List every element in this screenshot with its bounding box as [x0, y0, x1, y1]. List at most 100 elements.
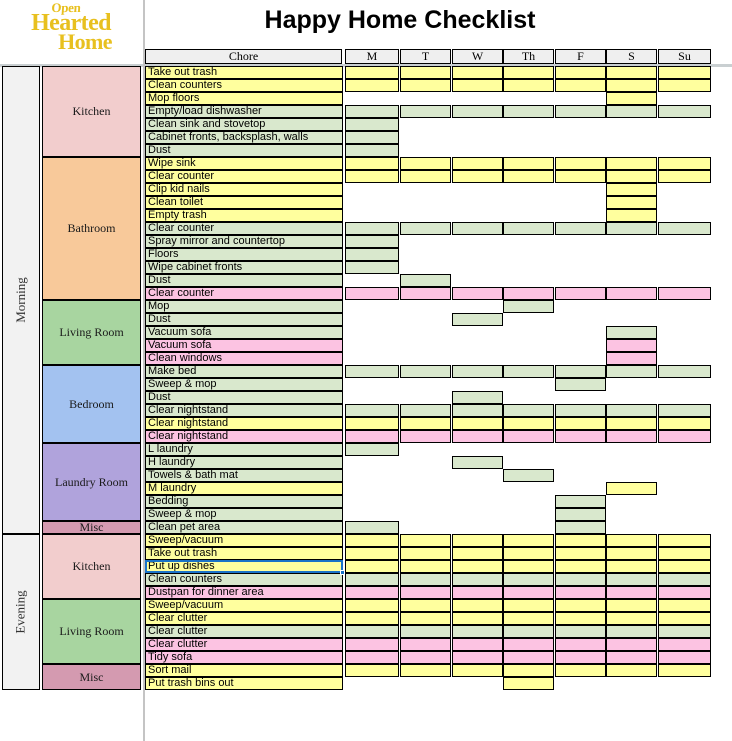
chore-day-cell-th[interactable]	[503, 157, 554, 170]
chore-day-cell-th[interactable]	[503, 521, 554, 534]
chore-day-cell-m[interactable]	[345, 586, 399, 599]
chore-day-cell-f[interactable]	[555, 469, 606, 482]
chore-label-cell[interactable]: Dust	[145, 144, 343, 157]
chore-day-cell-su[interactable]	[658, 157, 711, 170]
chore-day-cell-th[interactable]	[503, 664, 554, 677]
chore-day-cell-th[interactable]	[503, 625, 554, 638]
chore-day-cell-su[interactable]	[658, 612, 711, 625]
chore-day-cell-su[interactable]	[658, 638, 711, 651]
chore-day-cell-t[interactable]	[400, 404, 451, 417]
chore-day-cell-w[interactable]	[452, 274, 503, 287]
chore-day-cell-th[interactable]	[503, 378, 554, 391]
chore-label-cell[interactable]: Clear clutter	[145, 625, 343, 638]
chore-day-cell-f[interactable]	[555, 638, 606, 651]
chore-day-cell-th[interactable]	[503, 508, 554, 521]
chore-day-cell-s[interactable]	[606, 625, 657, 638]
chore-day-cell-t[interactable]	[400, 625, 451, 638]
chore-day-cell-w[interactable]	[452, 79, 503, 92]
chore-day-cell-su[interactable]	[658, 430, 711, 443]
chore-day-cell-th[interactable]	[503, 651, 554, 664]
chore-day-cell-th[interactable]	[503, 235, 554, 248]
chore-day-cell-th[interactable]	[503, 495, 554, 508]
chore-day-cell-su[interactable]	[658, 339, 711, 352]
chore-day-cell-w[interactable]	[452, 287, 503, 300]
chore-day-cell-m[interactable]	[345, 456, 399, 469]
chore-day-cell-t[interactable]	[400, 586, 451, 599]
chore-day-cell-t[interactable]	[400, 183, 451, 196]
chore-label-cell[interactable]: Clean counters	[145, 573, 343, 586]
chore-day-cell-w[interactable]	[452, 66, 503, 79]
chore-day-cell-t[interactable]	[400, 157, 451, 170]
chore-day-cell-f[interactable]	[555, 391, 606, 404]
chore-day-cell-f[interactable]	[555, 521, 606, 534]
chore-day-cell-w[interactable]	[452, 638, 503, 651]
chore-day-cell-s[interactable]	[606, 274, 657, 287]
chore-day-cell-f[interactable]	[555, 196, 606, 209]
chore-day-cell-f[interactable]	[555, 300, 606, 313]
chore-day-cell-w[interactable]	[452, 131, 503, 144]
chore-label-cell[interactable]: Make bed	[145, 365, 343, 378]
chore-day-cell-m[interactable]	[345, 495, 399, 508]
chore-day-cell-m[interactable]	[345, 248, 399, 261]
chore-day-cell-w[interactable]	[452, 677, 503, 690]
chore-label-cell[interactable]: Clip kid nails	[145, 183, 343, 196]
chore-label-cell[interactable]: Sweep/vacuum	[145, 534, 343, 547]
chore-day-cell-f[interactable]	[555, 326, 606, 339]
chore-day-cell-s[interactable]	[606, 482, 657, 495]
chore-day-cell-su[interactable]	[658, 144, 711, 157]
chore-day-cell-m[interactable]	[345, 118, 399, 131]
chore-day-cell-su[interactable]	[658, 131, 711, 144]
chore-day-cell-w[interactable]	[452, 261, 503, 274]
chore-day-cell-m[interactable]	[345, 287, 399, 300]
chore-label-cell[interactable]: Wipe cabinet fronts	[145, 261, 343, 274]
chore-day-cell-w[interactable]	[452, 417, 503, 430]
chore-day-cell-s[interactable]	[606, 417, 657, 430]
chore-day-cell-w[interactable]	[452, 599, 503, 612]
chore-day-cell-su[interactable]	[658, 404, 711, 417]
chore-day-cell-s[interactable]	[606, 66, 657, 79]
chore-day-cell-su[interactable]	[658, 547, 711, 560]
chore-day-cell-w[interactable]	[452, 508, 503, 521]
column-header-day-f[interactable]: F	[555, 49, 606, 64]
chore-day-cell-su[interactable]	[658, 79, 711, 92]
chore-label-cell[interactable]: Vacuum sofa	[145, 326, 343, 339]
chore-day-cell-th[interactable]	[503, 430, 554, 443]
chore-day-cell-t[interactable]	[400, 391, 451, 404]
chore-day-cell-t[interactable]	[400, 677, 451, 690]
chore-day-cell-f[interactable]	[555, 313, 606, 326]
chore-day-cell-t[interactable]	[400, 196, 451, 209]
chore-day-cell-th[interactable]	[503, 560, 554, 573]
chore-day-cell-th[interactable]	[503, 573, 554, 586]
chore-day-cell-th[interactable]	[503, 586, 554, 599]
chore-day-cell-m[interactable]	[345, 417, 399, 430]
chore-day-cell-m[interactable]	[345, 105, 399, 118]
chore-day-cell-th[interactable]	[503, 92, 554, 105]
chore-label-cell[interactable]: Clean pet area	[145, 521, 343, 534]
chore-label-cell[interactable]: M laundry	[145, 482, 343, 495]
chore-day-cell-f[interactable]	[555, 508, 606, 521]
chore-day-cell-w[interactable]	[452, 352, 503, 365]
chore-day-cell-t[interactable]	[400, 482, 451, 495]
chore-day-cell-m[interactable]	[345, 547, 399, 560]
chore-day-cell-s[interactable]	[606, 495, 657, 508]
room-name-cell[interactable]: Bathroom	[42, 157, 141, 300]
chore-label-cell[interactable]: Mop	[145, 300, 343, 313]
chore-day-cell-s[interactable]	[606, 118, 657, 131]
chore-label-cell[interactable]: Sort mail	[145, 664, 343, 677]
chore-day-cell-s[interactable]	[606, 677, 657, 690]
chore-day-cell-f[interactable]	[555, 599, 606, 612]
chore-day-cell-f[interactable]	[555, 534, 606, 547]
chore-day-cell-th[interactable]	[503, 313, 554, 326]
chore-day-cell-m[interactable]	[345, 274, 399, 287]
chore-day-cell-m[interactable]	[345, 261, 399, 274]
chore-day-cell-w[interactable]	[452, 404, 503, 417]
chore-day-cell-t[interactable]	[400, 339, 451, 352]
chore-day-cell-t[interactable]	[400, 508, 451, 521]
chore-day-cell-t[interactable]	[400, 573, 451, 586]
chore-day-cell-s[interactable]	[606, 352, 657, 365]
chore-day-cell-w[interactable]	[452, 651, 503, 664]
chore-day-cell-s[interactable]	[606, 664, 657, 677]
chore-day-cell-w[interactable]	[452, 586, 503, 599]
chore-day-cell-t[interactable]	[400, 352, 451, 365]
chore-day-cell-w[interactable]	[452, 157, 503, 170]
